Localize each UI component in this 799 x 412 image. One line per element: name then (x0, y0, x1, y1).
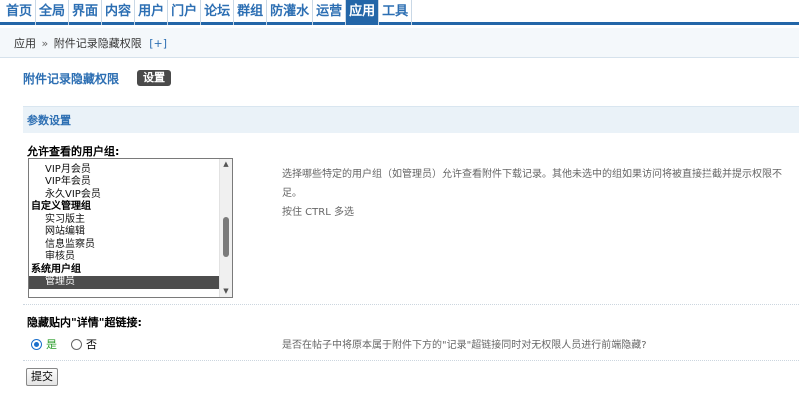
nav-item[interactable]: 防灌水 (267, 0, 314, 25)
listbox-option[interactable]: 网站编辑 (29, 226, 219, 239)
radio-yes-label[interactable]: 是 (46, 336, 57, 352)
nav-item[interactable]: 界面 (69, 0, 103, 25)
radio-no-label[interactable]: 否 (86, 336, 97, 352)
nav-item[interactable]: 用户 (135, 0, 169, 25)
nav-item[interactable]: 工具 (379, 0, 413, 25)
submit-button[interactable]: 提交 (26, 368, 58, 386)
divider (23, 360, 799, 361)
hide-link-hint: 是否在帖子中将原本属于附件下方的"记录"超链接同时对无权限人员进行前端隐藏? (282, 340, 647, 351)
nav-item[interactable]: 群组 (234, 0, 268, 25)
breadcrumb-current: 附件记录隐藏权限 (53, 37, 142, 50)
hide-link-label: 隐藏贴内"详情"超链接: (27, 316, 142, 329)
hide-link-radio-group: 是 否 (31, 336, 97, 352)
top-nav-items: 首页 全局 界面 内容 用户 门户 论坛 群组 防灌水 运营 应用 工具 (0, 0, 799, 25)
listbox-option[interactable]: 永久VIP会员 (29, 189, 219, 202)
listbox-option[interactable]: VIP月会员 (29, 164, 219, 177)
listbox-option[interactable]: 信息监察员 (29, 239, 219, 252)
nav-item[interactable]: 运营 (313, 0, 347, 25)
page-title: 附件记录隐藏权限 (23, 71, 120, 86)
scroll-down-icon[interactable]: ▼ (220, 286, 232, 297)
user-groups-options: VIP月会员 VIP年会员 永久VIP会员 自定义管理组实习版主 网站编辑 信息监察员 审核… (29, 159, 219, 289)
listbox-scrollbar[interactable]: ▲ ▼ (219, 159, 232, 297)
listbox-group: 系统用户组 (31, 263, 81, 275)
nav-item[interactable]: 门户 (168, 0, 202, 25)
user-groups-label: 允许查看的用户组: (27, 145, 120, 158)
listbox-option[interactable]: VIP年会员 (29, 176, 219, 189)
radio-yes[interactable] (31, 338, 42, 350)
setting-button[interactable]: 设置 (137, 70, 172, 86)
divider (23, 304, 799, 305)
breadcrumb-separator: » (41, 37, 49, 50)
nav-item[interactable]: 论坛 (201, 0, 235, 25)
scrollbar-thumb[interactable] (223, 217, 229, 257)
nav-item[interactable]: 内容 (102, 0, 136, 25)
user-groups-hint-line1: 选择哪些特定的用户组（如管理员）允许查看附件下载记录。其他未选中的组如果访问将被… (282, 169, 782, 199)
nav-item[interactable]: 应用 (346, 0, 380, 25)
user-groups-hint: 选择哪些特定的用户组（如管理员）允许查看附件下载记录。其他未选中的组如果访问将被… (282, 165, 799, 222)
user-groups-listbox[interactable]: VIP月会员 VIP年会员 永久VIP会员 自定义管理组实习版主 网站编辑 信息监察员 审核… (28, 158, 233, 298)
breadcrumb: 应用 » 附件记录隐藏权限 [+] (0, 28, 799, 58)
listbox-option[interactable]: 实习版主 (29, 214, 219, 227)
nav-item[interactable]: 首页 (0, 0, 37, 25)
add-shortcut-link[interactable]: [+] (149, 37, 167, 50)
top-nav: 首页 全局 界面 内容 用户 门户 论坛 群组 防灌水 运营 应用 工具 (0, 0, 799, 25)
listbox-group: 自定义管理组 (31, 201, 91, 212)
section-header: 参数设置 (23, 106, 799, 133)
scroll-up-icon[interactable]: ▲ (220, 159, 232, 170)
title-row: 附件记录隐藏权限 设置 (23, 68, 172, 88)
user-groups-hint-line2: 按住 CTRL 多选 (282, 207, 354, 218)
radio-no[interactable] (71, 338, 82, 350)
breadcrumb-root[interactable]: 应用 (14, 37, 36, 50)
listbox-option[interactable]: 审核员 (29, 251, 219, 264)
listbox-option[interactable]: 管理员 (29, 276, 219, 289)
nav-item[interactable]: 全局 (36, 0, 70, 25)
